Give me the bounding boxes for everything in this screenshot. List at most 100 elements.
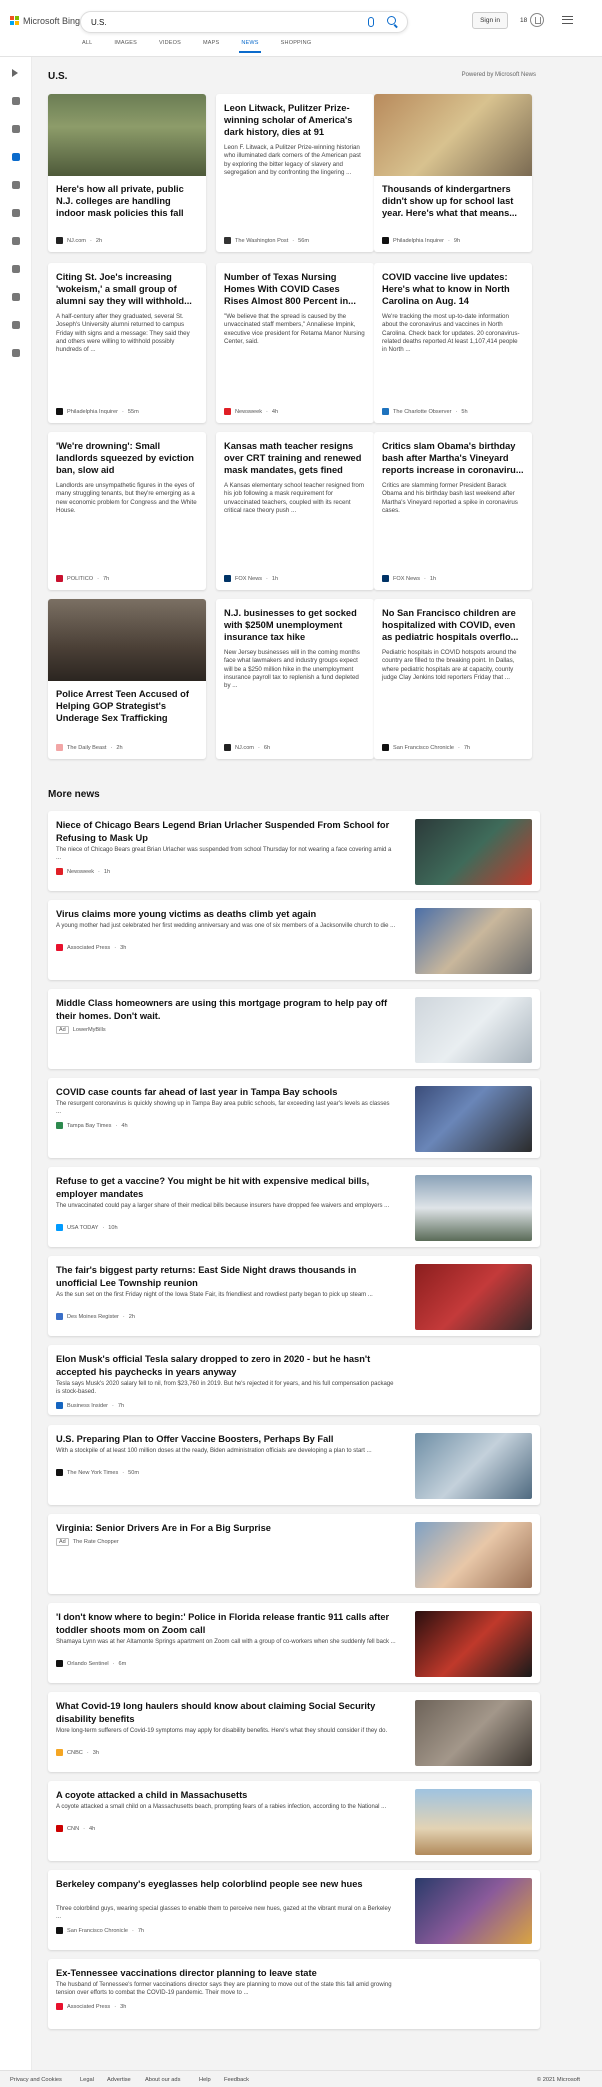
more-news-title[interactable]: U.S. Preparing Plan to Offer Vaccine Boo… — [56, 1433, 396, 1446]
globe-icon[interactable] — [12, 181, 20, 189]
source-name[interactable]: Orlando Sentinel — [67, 1661, 109, 1667]
source-name[interactable]: NJ.com — [67, 238, 86, 244]
more-news-image[interactable] — [415, 1264, 532, 1330]
source-name[interactable]: The Charlotte Observer — [393, 409, 451, 415]
more-news-image[interactable] — [415, 908, 532, 974]
source-name[interactable]: San Francisco Chronicle — [393, 745, 454, 751]
business-icon[interactable] — [12, 321, 20, 329]
money-icon[interactable] — [12, 349, 20, 357]
source-name[interactable]: Newsweek — [235, 409, 262, 415]
tab-maps[interactable]: MAPS — [201, 40, 221, 53]
news-card-title[interactable]: Thousands of kindergartners didn't show … — [374, 176, 532, 230]
source-name[interactable]: Philadelphia Inquirer — [393, 238, 444, 244]
chevron-right-icon[interactable] — [12, 69, 18, 77]
news-card[interactable]: Police Arrest Teen Accused of Helping GO… — [48, 599, 206, 759]
more-news-image[interactable] — [415, 1789, 532, 1855]
rewards-trophy-icon[interactable] — [530, 13, 544, 27]
source-name[interactable]: San Francisco Chronicle — [67, 1928, 128, 1934]
more-news-title[interactable]: Virus claims more young victims as death… — [56, 908, 396, 921]
news-card-title[interactable]: Leon Litwack, Pulitzer Prize-winning sch… — [216, 94, 374, 138]
news-card-image[interactable] — [48, 599, 206, 681]
microphone-icon[interactable] — [368, 17, 374, 27]
source-name[interactable]: FOX News — [393, 576, 420, 582]
news-card[interactable]: No San Francisco children are hospitaliz… — [374, 599, 532, 759]
search-box[interactable] — [80, 11, 408, 33]
news-card-title[interactable]: COVID vaccine live updates: Here's what … — [374, 263, 532, 307]
news-card-title[interactable]: Critics slam Obama's birthday bash after… — [374, 432, 532, 476]
more-news-item[interactable]: U.S. Preparing Plan to Offer Vaccine Boo… — [48, 1425, 540, 1505]
news-card[interactable]: Leon Litwack, Pulitzer Prize-winning sch… — [216, 94, 374, 252]
source-name[interactable]: The Washington Post — [235, 238, 288, 244]
rewards-count[interactable]: 18 — [520, 17, 527, 24]
source-name[interactable]: Associated Press — [67, 945, 110, 951]
more-news-title[interactable]: Middle Class homeowners are using this m… — [56, 997, 396, 1022]
sports-icon[interactable] — [12, 293, 20, 301]
more-news-title[interactable]: Refuse to get a vaccine? You might be hi… — [56, 1175, 396, 1200]
more-news-item[interactable]: The fair's biggest party returns: East S… — [48, 1256, 540, 1336]
more-news-title[interactable]: COVID case counts far ahead of last year… — [56, 1086, 396, 1099]
more-news-title[interactable]: 'I don't know where to begin:' Police in… — [56, 1611, 396, 1636]
tab-all[interactable]: ALL — [80, 40, 94, 53]
news-card-image[interactable] — [48, 94, 206, 176]
more-news-item[interactable]: A coyote attacked a child in Massachuset… — [48, 1781, 540, 1861]
more-news-title[interactable]: Berkeley company's eyeglasses help color… — [56, 1878, 396, 1891]
more-news-image[interactable] — [415, 1700, 532, 1766]
more-news-item[interactable]: Virginia: Senior Drivers Are in For a Bi… — [48, 1514, 540, 1594]
search-input[interactable] — [91, 15, 341, 29]
more-news-item[interactable]: What Covid-19 long haulers should know a… — [48, 1692, 540, 1772]
source-name[interactable]: Tampa Bay Times — [67, 1123, 111, 1129]
news-card-title[interactable]: Kansas math teacher resigns over CRT tra… — [216, 432, 374, 476]
more-news-item[interactable]: Berkeley company's eyeglasses help color… — [48, 1870, 540, 1950]
footer-link-advertise[interactable]: Advertise — [107, 2077, 131, 2083]
bing-logo[interactable]: Microsoft Bing — [10, 16, 80, 26]
source-name[interactable]: LowerMyBills — [73, 1027, 106, 1033]
news-card-image[interactable] — [374, 94, 532, 176]
flag-icon[interactable] — [12, 153, 20, 161]
source-name[interactable]: The New York Times — [67, 1470, 118, 1476]
source-name[interactable]: Business Insider — [67, 1403, 108, 1409]
more-news-item[interactable]: 'I don't know where to begin:' Police in… — [48, 1603, 540, 1683]
source-name[interactable]: CNBC — [67, 1750, 83, 1756]
source-name[interactable]: NJ.com — [235, 745, 254, 751]
search-icon[interactable] — [387, 16, 396, 25]
footer-link-help[interactable]: Help — [199, 2077, 211, 2083]
news-card[interactable]: COVID vaccine live updates: Here's what … — [374, 263, 532, 423]
more-news-item[interactable]: Elon Musk's official Tesla salary droppe… — [48, 1345, 540, 1415]
more-news-title[interactable]: What Covid-19 long haulers should know a… — [56, 1700, 396, 1725]
more-news-image[interactable] — [415, 1175, 532, 1241]
more-news-title[interactable]: A coyote attacked a child in Massachuset… — [56, 1789, 396, 1802]
more-news-image[interactable] — [415, 1086, 532, 1152]
news-card[interactable]: Kansas math teacher resigns over CRT tra… — [216, 432, 374, 590]
science-icon[interactable] — [12, 237, 20, 245]
source-name[interactable]: Des Moines Register — [67, 1314, 119, 1320]
source-name[interactable]: POLITICO — [67, 576, 93, 582]
footer-link-about-our-ads[interactable]: About our ads — [145, 2077, 180, 2083]
source-name[interactable]: The Daily Beast — [67, 745, 106, 751]
source-name[interactable]: Associated Press — [67, 2004, 110, 2010]
news-card-title[interactable]: Here's how all private, public N.J. coll… — [48, 176, 206, 230]
tab-videos[interactable]: VIDEOS — [157, 40, 183, 53]
trending-icon[interactable] — [12, 125, 20, 133]
source-name[interactable]: Newsweek — [67, 869, 94, 875]
source-name[interactable]: FOX News — [235, 576, 262, 582]
home-icon[interactable] — [12, 97, 20, 105]
news-card-title[interactable]: Citing St. Joe's increasing 'wokeism,' a… — [48, 263, 206, 307]
more-news-title[interactable]: Elon Musk's official Tesla salary droppe… — [56, 1353, 396, 1378]
news-card-title[interactable]: Police Arrest Teen Accused of Helping GO… — [48, 681, 206, 735]
more-news-image[interactable] — [415, 819, 532, 885]
news-card[interactable]: Here's how all private, public N.J. coll… — [48, 94, 206, 252]
more-news-item[interactable]: Refuse to get a vaccine? You might be hi… — [48, 1167, 540, 1247]
news-card-title[interactable]: No San Francisco children are hospitaliz… — [374, 599, 532, 643]
more-news-item[interactable]: Middle Class homeowners are using this m… — [48, 989, 540, 1069]
news-card-title[interactable]: N.J. businesses to get socked with $250M… — [216, 599, 374, 643]
news-card-title[interactable]: Number of Texas Nursing Homes With COVID… — [216, 263, 374, 307]
sign-in-button[interactable]: Sign in — [472, 12, 508, 29]
news-card[interactable]: Number of Texas Nursing Homes With COVID… — [216, 263, 374, 423]
news-card[interactable]: Critics slam Obama's birthday bash after… — [374, 432, 532, 590]
more-news-item[interactable]: Virus claims more young victims as death… — [48, 900, 540, 980]
news-card[interactable]: Citing St. Joe's increasing 'wokeism,' a… — [48, 263, 206, 423]
tab-shopping[interactable]: SHOPPING — [279, 40, 314, 53]
source-name[interactable]: Philadelphia Inquirer — [67, 409, 118, 415]
news-card[interactable]: N.J. businesses to get socked with $250M… — [216, 599, 374, 759]
more-news-image[interactable] — [415, 1433, 532, 1499]
